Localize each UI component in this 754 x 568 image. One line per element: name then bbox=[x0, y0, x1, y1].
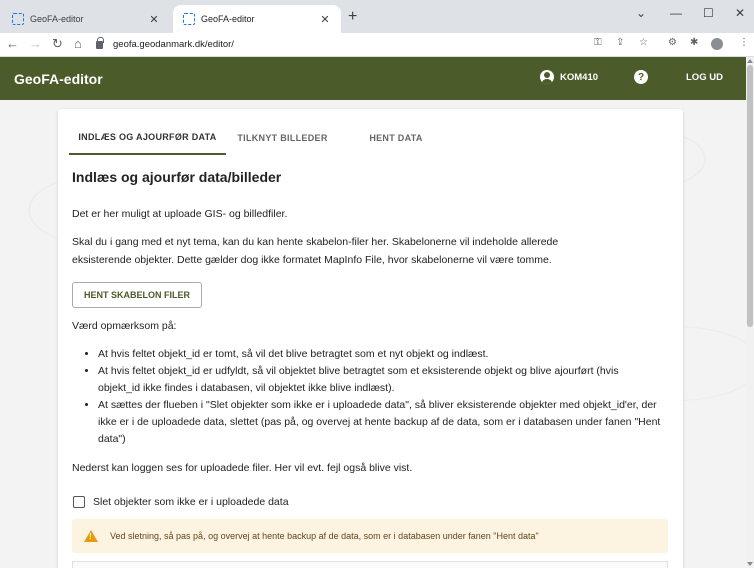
scroll-up-icon[interactable] bbox=[747, 59, 753, 63]
list-item: At hvis feltet objekt_id er tomt, så vil… bbox=[98, 346, 661, 363]
extension-icon[interactable]: ⚙ bbox=[668, 37, 677, 48]
card-content: Indlæs og ajourfør data/billeder Det er … bbox=[58, 109, 683, 568]
browser-tab-strip: GeoFA-editor ✕ GeoFA-editor ✕ + ⌄ — ☐ ✕ bbox=[0, 0, 754, 33]
download-template-button[interactable]: HENT SKABELON FILER bbox=[72, 282, 203, 308]
page-title: Indlæs og ajourfør data/billeder bbox=[72, 169, 282, 185]
page-icon bbox=[183, 13, 195, 25]
browser-tab-title: GeoFA-editor bbox=[30, 14, 84, 24]
back-icon[interactable]: ← bbox=[6, 36, 19, 52]
page-viewport: GeoFA-editor KOM410 ? LOG UD INDLÆS OG A… bbox=[0, 57, 754, 568]
share-icon[interactable]: ⇪ bbox=[616, 37, 624, 48]
profile-avatar[interactable] bbox=[711, 38, 723, 50]
intro-paragraph: Det er her muligt at uploade GIS- og bil… bbox=[72, 208, 288, 220]
page-icon bbox=[12, 13, 24, 25]
user-label: KOM410 bbox=[560, 71, 599, 83]
bookmark-star-icon[interactable]: ☆ bbox=[639, 37, 648, 48]
app-header: GeoFA-editor KOM410 ? LOG UD bbox=[0, 57, 746, 100]
list-item: At hvis feltet objekt_id er udfyldt, så … bbox=[98, 363, 661, 397]
template-paragraph-line1: Skal du i gang med et nyt tema, kan du k… bbox=[72, 236, 559, 248]
browser-tab-title: GeoFA-editor bbox=[201, 14, 255, 24]
url-text[interactable]: geofa.geodanmark.dk/editor/ bbox=[113, 39, 234, 50]
tab-list-icon[interactable]: ⌄ bbox=[636, 6, 646, 20]
maximize-icon[interactable]: ☐ bbox=[703, 6, 714, 20]
list-item: At sættes der flueben i "Slet objekter s… bbox=[98, 397, 661, 448]
user-menu[interactable]: KOM410 bbox=[540, 70, 598, 84]
browser-tab-2[interactable]: GeoFA-editor ✕ bbox=[173, 5, 341, 33]
window-close-icon[interactable]: ✕ bbox=[735, 6, 745, 20]
delete-objects-checkbox[interactable] bbox=[73, 496, 85, 508]
upload-log-panel bbox=[72, 561, 668, 568]
key-icon[interactable]: ⚿ bbox=[594, 37, 602, 48]
menu-icon[interactable]: ⋮ bbox=[739, 37, 749, 48]
minimize-icon[interactable]: — bbox=[670, 6, 682, 20]
scroll-down-icon[interactable] bbox=[747, 562, 753, 566]
delete-objects-option[interactable]: Slet objekter som ikke er i uploadede da… bbox=[73, 496, 289, 508]
scrollbar-thumb[interactable] bbox=[747, 65, 753, 327]
warning-alert: Ved sletning, så pas på, og overvej at h… bbox=[72, 519, 668, 553]
template-paragraph-line2: eksisterende objekter. Dette gælder dog … bbox=[72, 254, 552, 266]
help-icon[interactable]: ? bbox=[634, 70, 648, 84]
browser-toolbar: ← → ↻ ⌂ geofa.geodanmark.dk/editor/ ⚿ ⇪ … bbox=[0, 33, 754, 57]
address-bar[interactable]: geofa.geodanmark.dk/editor/ bbox=[96, 35, 656, 54]
close-icon[interactable]: ✕ bbox=[317, 11, 333, 27]
new-tab-button[interactable]: + bbox=[348, 9, 357, 25]
notes-list: At hvis feltet objekt_id er tomt, så vil… bbox=[86, 346, 661, 448]
note-intro: Værd opmærksom på: bbox=[72, 320, 177, 332]
app-brand[interactable]: GeoFA-editor bbox=[14, 71, 103, 87]
reload-icon[interactable]: ↻ bbox=[52, 36, 63, 52]
lock-icon[interactable] bbox=[96, 36, 104, 49]
forward-icon[interactable]: → bbox=[29, 36, 42, 52]
account-icon bbox=[540, 70, 554, 84]
puzzle-icon[interactable]: ✱ bbox=[690, 37, 698, 48]
logout-button[interactable]: LOG UD bbox=[686, 72, 723, 83]
browser-tab-1[interactable]: GeoFA-editor ✕ bbox=[2, 5, 170, 33]
close-icon[interactable]: ✕ bbox=[146, 11, 162, 27]
home-icon[interactable]: ⌂ bbox=[74, 36, 82, 52]
log-paragraph: Nederst kan loggen ses for uploadede fil… bbox=[72, 462, 413, 474]
page-scrollbar[interactable] bbox=[746, 57, 754, 568]
alert-text: Ved sletning, så pas på, og overvej at h… bbox=[110, 531, 539, 541]
checkbox-label[interactable]: Slet objekter som ikke er i uploadede da… bbox=[93, 496, 289, 508]
warning-icon bbox=[84, 530, 98, 542]
